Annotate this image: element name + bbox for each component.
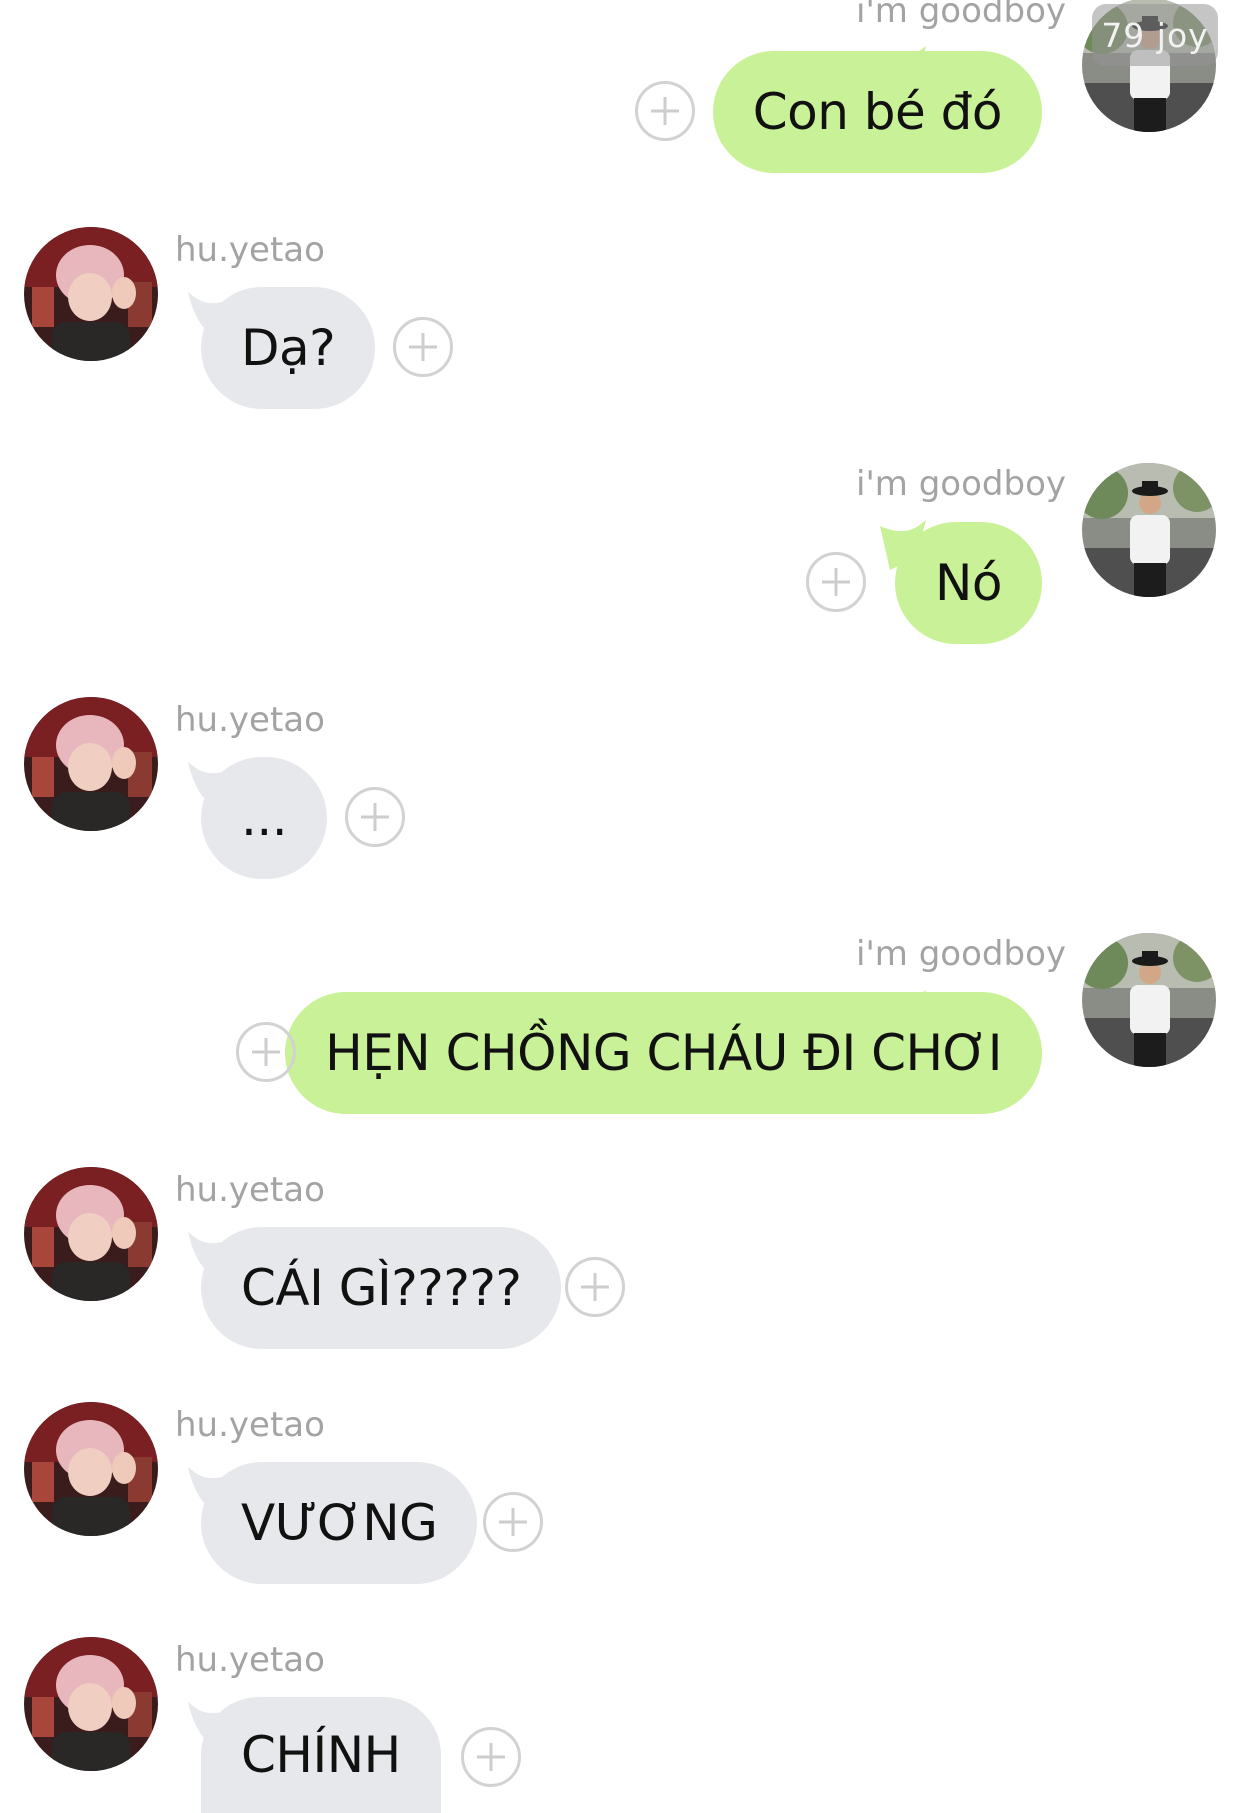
avatar-huyetao[interactable]	[24, 1402, 158, 1536]
plus-circle-icon[interactable]	[806, 552, 866, 612]
message-bubble[interactable]: CHÍNH	[201, 1697, 441, 1813]
message-text: Nó	[935, 554, 1003, 612]
watermark-badge: 79 joy	[1092, 4, 1218, 66]
message-text: VƯƠNG	[241, 1494, 438, 1552]
plus-circle-icon[interactable]	[393, 317, 453, 377]
message-text: Dạ?	[241, 319, 336, 377]
plus-circle-icon[interactable]	[461, 1727, 521, 1787]
message-text: CÁI GÌ?????	[241, 1259, 522, 1317]
plus-circle-icon[interactable]	[345, 787, 405, 847]
message-bubble[interactable]: Nó	[895, 522, 1042, 644]
message-bubble[interactable]: Dạ?	[201, 287, 376, 409]
message-text: CHÍNH	[241, 1726, 401, 1784]
plus-circle-icon[interactable]	[483, 1492, 543, 1552]
message-bubble[interactable]: VƯƠNG	[201, 1462, 478, 1584]
avatar-huyetao[interactable]	[24, 227, 158, 361]
avatar-huyetao[interactable]	[24, 1637, 158, 1771]
avatar-huyetao[interactable]	[24, 697, 158, 831]
sender-name: i'm goodboy	[856, 934, 1066, 974]
plus-circle-icon[interactable]	[565, 1257, 625, 1317]
sender-name: hu.yetao	[175, 230, 325, 270]
sender-name: hu.yetao	[175, 700, 325, 740]
sender-name: hu.yetao	[175, 1640, 325, 1680]
sender-name: hu.yetao	[175, 1405, 325, 1445]
avatar-huyetao[interactable]	[24, 1167, 158, 1301]
message-text: Con bé đó	[752, 83, 1003, 141]
message-text: HẸN CHỒNG CHÁU ĐI CHƠI	[325, 1024, 1002, 1082]
sender-name: i'm goodboy	[856, 0, 1066, 31]
plus-circle-icon[interactable]	[236, 1022, 296, 1082]
avatar-goodboy[interactable]	[1082, 933, 1216, 1067]
sender-name: hu.yetao	[175, 1170, 325, 1210]
sender-name: i'm goodboy	[856, 464, 1066, 504]
plus-circle-icon[interactable]	[635, 81, 695, 141]
message-bubble[interactable]: ...	[201, 757, 328, 879]
message-bubble[interactable]: CÁI GÌ?????	[201, 1227, 562, 1349]
message-text: ...	[241, 789, 288, 847]
message-bubble[interactable]: HẸN CHỒNG CHÁU ĐI CHƠI	[285, 992, 1042, 1114]
avatar-goodboy[interactable]	[1082, 463, 1216, 597]
message-bubble[interactable]: Con bé đó	[712, 51, 1042, 173]
